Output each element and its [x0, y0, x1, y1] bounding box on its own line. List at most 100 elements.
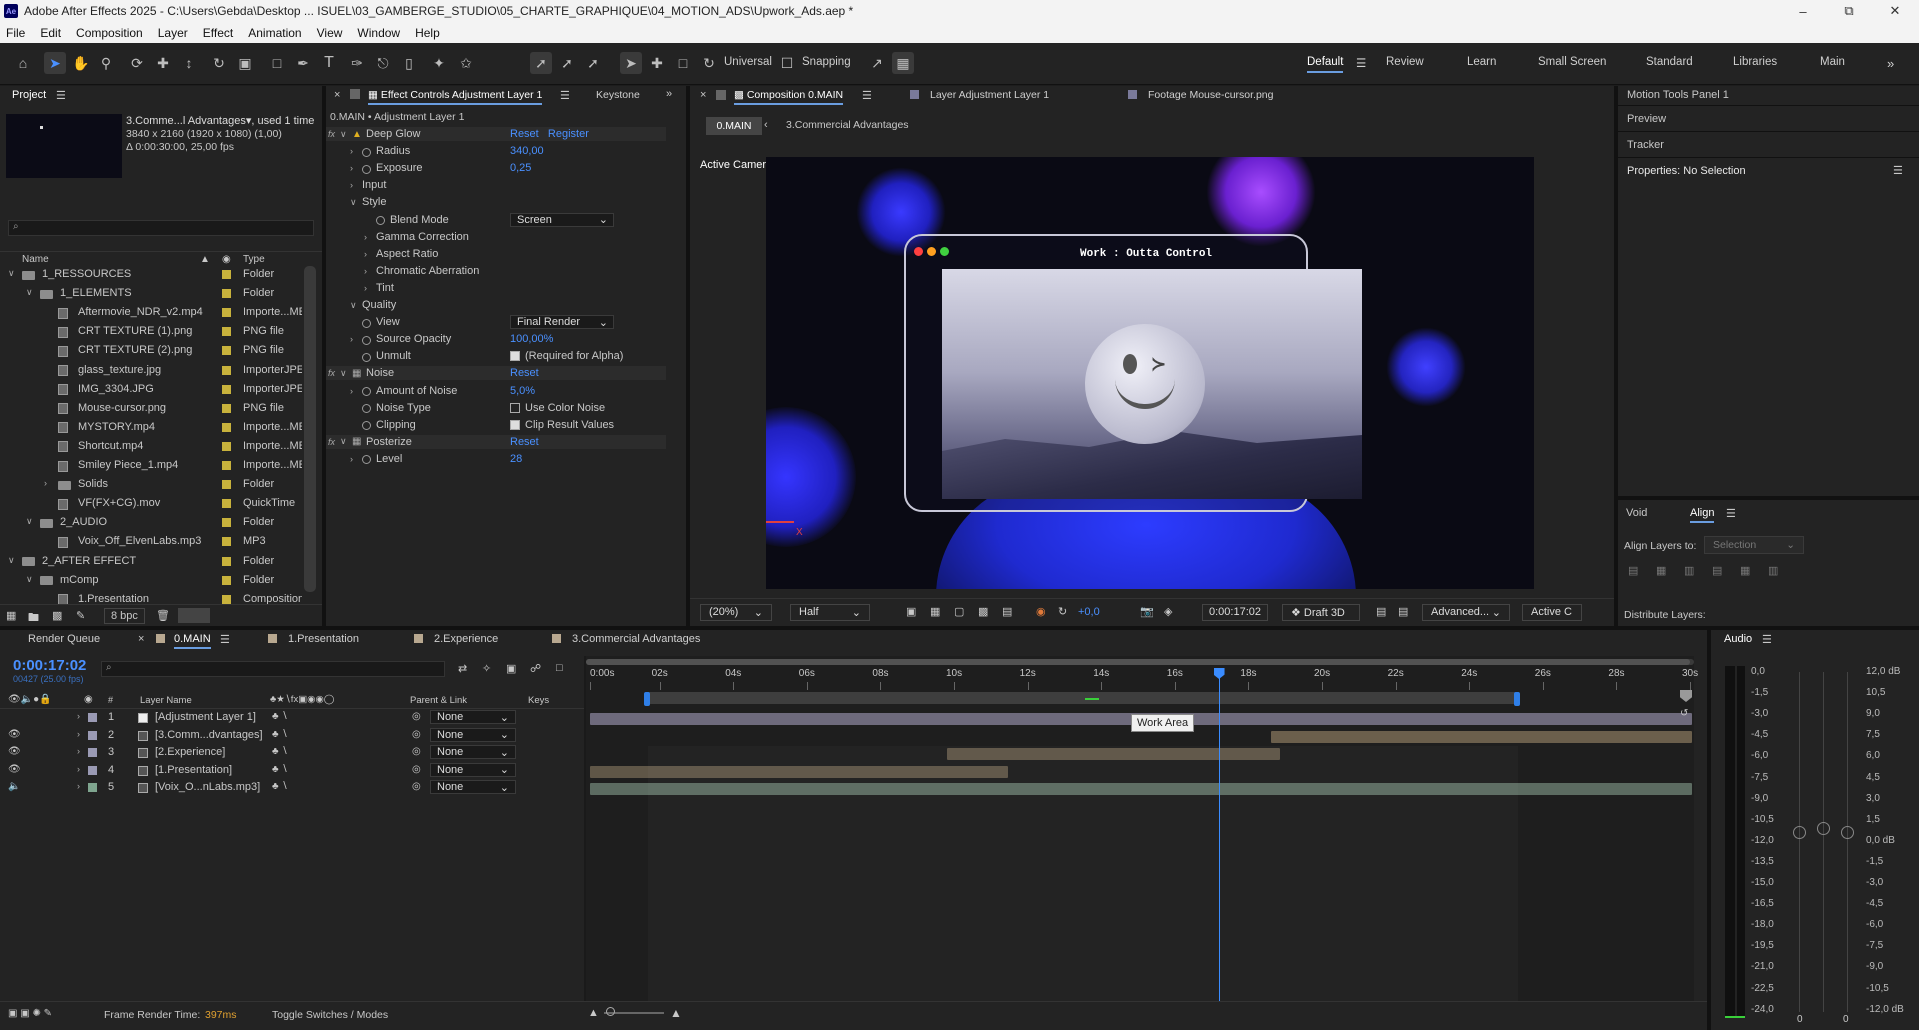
axis-world-icon[interactable]: ➚ — [556, 52, 578, 74]
parent-dropdown[interactable]: None ⌄ — [430, 727, 516, 742]
work-area-bar[interactable] — [644, 692, 1520, 706]
expand-toggle-icon[interactable]: › — [350, 163, 353, 173]
more-workspaces-icon[interactable]: » — [1887, 56, 1894, 71]
comp-canvas[interactable]: Work : Outta Control ≻ Y X Z — [766, 157, 1534, 589]
hand-tool-icon[interactable]: ✋ — [70, 52, 92, 74]
property-value[interactable]: 0,25 — [510, 162, 531, 174]
brush-tool-icon[interactable]: ✑ — [346, 52, 368, 74]
stopwatch-icon[interactable] — [376, 215, 390, 227]
expand-toggle-icon[interactable]: › — [77, 711, 80, 721]
exposure-value[interactable]: +0,0 — [1078, 606, 1100, 618]
effect-property[interactable]: › Tint — [326, 281, 616, 295]
pickwhip-icon[interactable]: ◎ — [412, 711, 421, 722]
effect-header[interactable]: fx ∨ ▦ Noise Reset — [326, 366, 666, 381]
effect-controls-tab[interactable]: ▦ Effect Controls Adjustment Layer 1 — [368, 89, 543, 105]
effect-header[interactable]: fx ∨ ▦ Posterize Reset — [326, 434, 666, 449]
label-color-swatch[interactable] — [222, 327, 231, 337]
layer-row[interactable]: 👁 › 3 [2.Experience] ♣ ∖ ◎ None ⌄ — [0, 745, 516, 760]
align-vcenter-icon[interactable]: ▦ — [1740, 564, 1750, 577]
stopwatch-icon[interactable] — [362, 146, 376, 158]
layer-row[interactable]: › 1 [Adjustment Layer 1] ♣ ∖ ◎ None ⌄ — [0, 710, 516, 724]
fader-knob-left[interactable] — [1793, 826, 1806, 839]
eraser-tool-icon[interactable]: ▯ — [398, 52, 420, 74]
3d-ground-icon[interactable]: ▤ — [1376, 605, 1386, 618]
menu-animation[interactable]: Animation — [248, 26, 301, 40]
expand-toggle-icon[interactable]: › — [364, 232, 367, 242]
layer-switch-icons[interactable]: ♣ ∖ — [272, 764, 288, 775]
visibility-icon[interactable]: 🔈 — [8, 781, 20, 792]
comp-end-marker[interactable] — [1680, 690, 1692, 702]
property-checkbox[interactable]: Clip Result Values — [510, 419, 614, 431]
zoom-in-icon[interactable]: ▲ — [670, 1006, 682, 1020]
label-color-swatch[interactable] — [88, 713, 97, 722]
layer-switch-icons[interactable]: ♣ ∖ — [272, 781, 288, 792]
type-tool-icon[interactable]: T — [318, 52, 340, 74]
layer-name-header[interactable]: Layer Name — [140, 695, 192, 706]
frame-blending-icon[interactable]: ☍ — [530, 662, 541, 675]
stopwatch-icon[interactable] — [362, 334, 376, 346]
timeline-search-input[interactable]: ⌕ — [101, 661, 445, 677]
effect-property[interactable]: › Exposure 0,25 — [326, 161, 616, 175]
frame-icon[interactable]: □ — [672, 52, 694, 74]
visibility-icon[interactable]: 👁 — [8, 764, 21, 775]
effect-property[interactable]: › Chromatic Aberration — [326, 264, 616, 278]
fader-knob-right[interactable] — [1841, 826, 1854, 839]
workspace-small-screen[interactable]: Small Screen — [1538, 56, 1606, 68]
panel-menu-icon[interactable]: ☰ — [862, 89, 872, 102]
keystone-tab[interactable]: Keystone — [596, 89, 640, 101]
project-item[interactable]: CRT TEXTURE (1).png PNG file — [0, 323, 302, 341]
align-bottom-icon[interactable]: ▥ — [1768, 564, 1778, 577]
label-color-swatch[interactable] — [88, 783, 97, 793]
footer-switch-icons[interactable]: ▣ ▣ ✺ ✎ — [8, 1008, 52, 1019]
layer-name[interactable]: [2.Experience] — [155, 746, 225, 758]
stopwatch-icon[interactable] — [362, 351, 376, 363]
parent-dropdown[interactable]: None ⌄ — [430, 745, 516, 760]
workspace-learn[interactable]: Learn — [1467, 56, 1496, 68]
layer-row[interactable]: 👁 › 2 [3.Comm...dvantages] ♣ ∖ ◎ None ⌄ — [0, 727, 516, 742]
label-color-swatch[interactable] — [222, 365, 231, 375]
label-color-swatch[interactable] — [222, 480, 231, 490]
expand-toggle-icon[interactable]: › — [350, 454, 353, 464]
expand-toggle-icon[interactable]: › — [77, 764, 80, 774]
more-tabs-icon[interactable]: » — [666, 88, 672, 100]
dolly-tool-icon[interactable]: ↕ — [178, 52, 200, 74]
minimize-icon[interactable]: – — [1780, 0, 1826, 22]
fast-preview-icon[interactable]: ▣ — [906, 605, 916, 618]
sort-arrow-icon[interactable]: ▲ — [200, 254, 210, 265]
stopwatch-icon[interactable] — [362, 317, 376, 329]
label-color-swatch[interactable] — [88, 730, 97, 740]
graph-editor-icon[interactable]: □ — [556, 662, 563, 674]
project-item[interactable]: glass_texture.jpg ImporterJPE — [0, 362, 302, 380]
expand-toggle-icon[interactable]: ∨ — [8, 268, 15, 279]
menu-composition[interactable]: Composition — [76, 26, 143, 40]
stopwatch-icon[interactable] — [362, 163, 376, 175]
void-tab[interactable]: Void — [1626, 507, 1647, 519]
expand-toggle-icon[interactable]: › — [350, 180, 353, 190]
timeline-timecode[interactable]: 0:00:17:02 — [13, 657, 86, 674]
timeline-tracks[interactable]: 0:00s 02s 04s 06s 08s 10s 12s 14s 16s 18s 20s 22s 24… — [586, 656, 1698, 1001]
timeline-tab-experience[interactable]: 2.Experience — [434, 633, 498, 645]
shy-layers-icon[interactable]: ▣ — [506, 662, 516, 675]
zoom-slider-thumb[interactable] — [606, 1007, 615, 1016]
resolution-dropdown[interactable]: Half ⌄ — [790, 604, 870, 621]
lock-icon[interactable] — [716, 90, 726, 100]
property-value[interactable]: Reset — [510, 367, 539, 379]
label-color-swatch[interactable] — [222, 289, 231, 299]
clone-tool-icon[interactable]: ⎋ — [372, 52, 394, 74]
expand-toggle-icon[interactable]: ∨ — [340, 129, 347, 140]
project-item[interactable]: ∨ 1_ELEMENTS Folder — [0, 285, 302, 303]
project-item[interactable]: ∨ mComp Folder — [0, 572, 302, 590]
layer-name[interactable]: [3.Comm...dvantages] — [155, 729, 263, 741]
parent-dropdown[interactable]: None ⌄ — [430, 710, 516, 724]
reset-exposure-icon[interactable]: ↻ — [1058, 605, 1067, 618]
panel-menu-icon[interactable]: ☰ — [560, 89, 570, 102]
rectangle-tool-icon[interactable]: □ — [266, 52, 288, 74]
project-item[interactable]: CRT TEXTURE (2).png PNG file — [0, 342, 302, 360]
selection-tool-icon[interactable]: ➤ — [44, 52, 66, 74]
bpc-button[interactable]: 8 bpc — [104, 608, 145, 624]
property-value[interactable]: 5,0% — [510, 385, 535, 397]
pen-tool-icon[interactable]: ✒ — [292, 52, 314, 74]
effect-header[interactable]: fx ∨ ▲ Deep Glow Reset Register — [326, 127, 666, 141]
effect-property[interactable]: Noise Type Use Color Noise — [326, 401, 616, 415]
stopwatch-icon[interactable] — [362, 420, 376, 432]
